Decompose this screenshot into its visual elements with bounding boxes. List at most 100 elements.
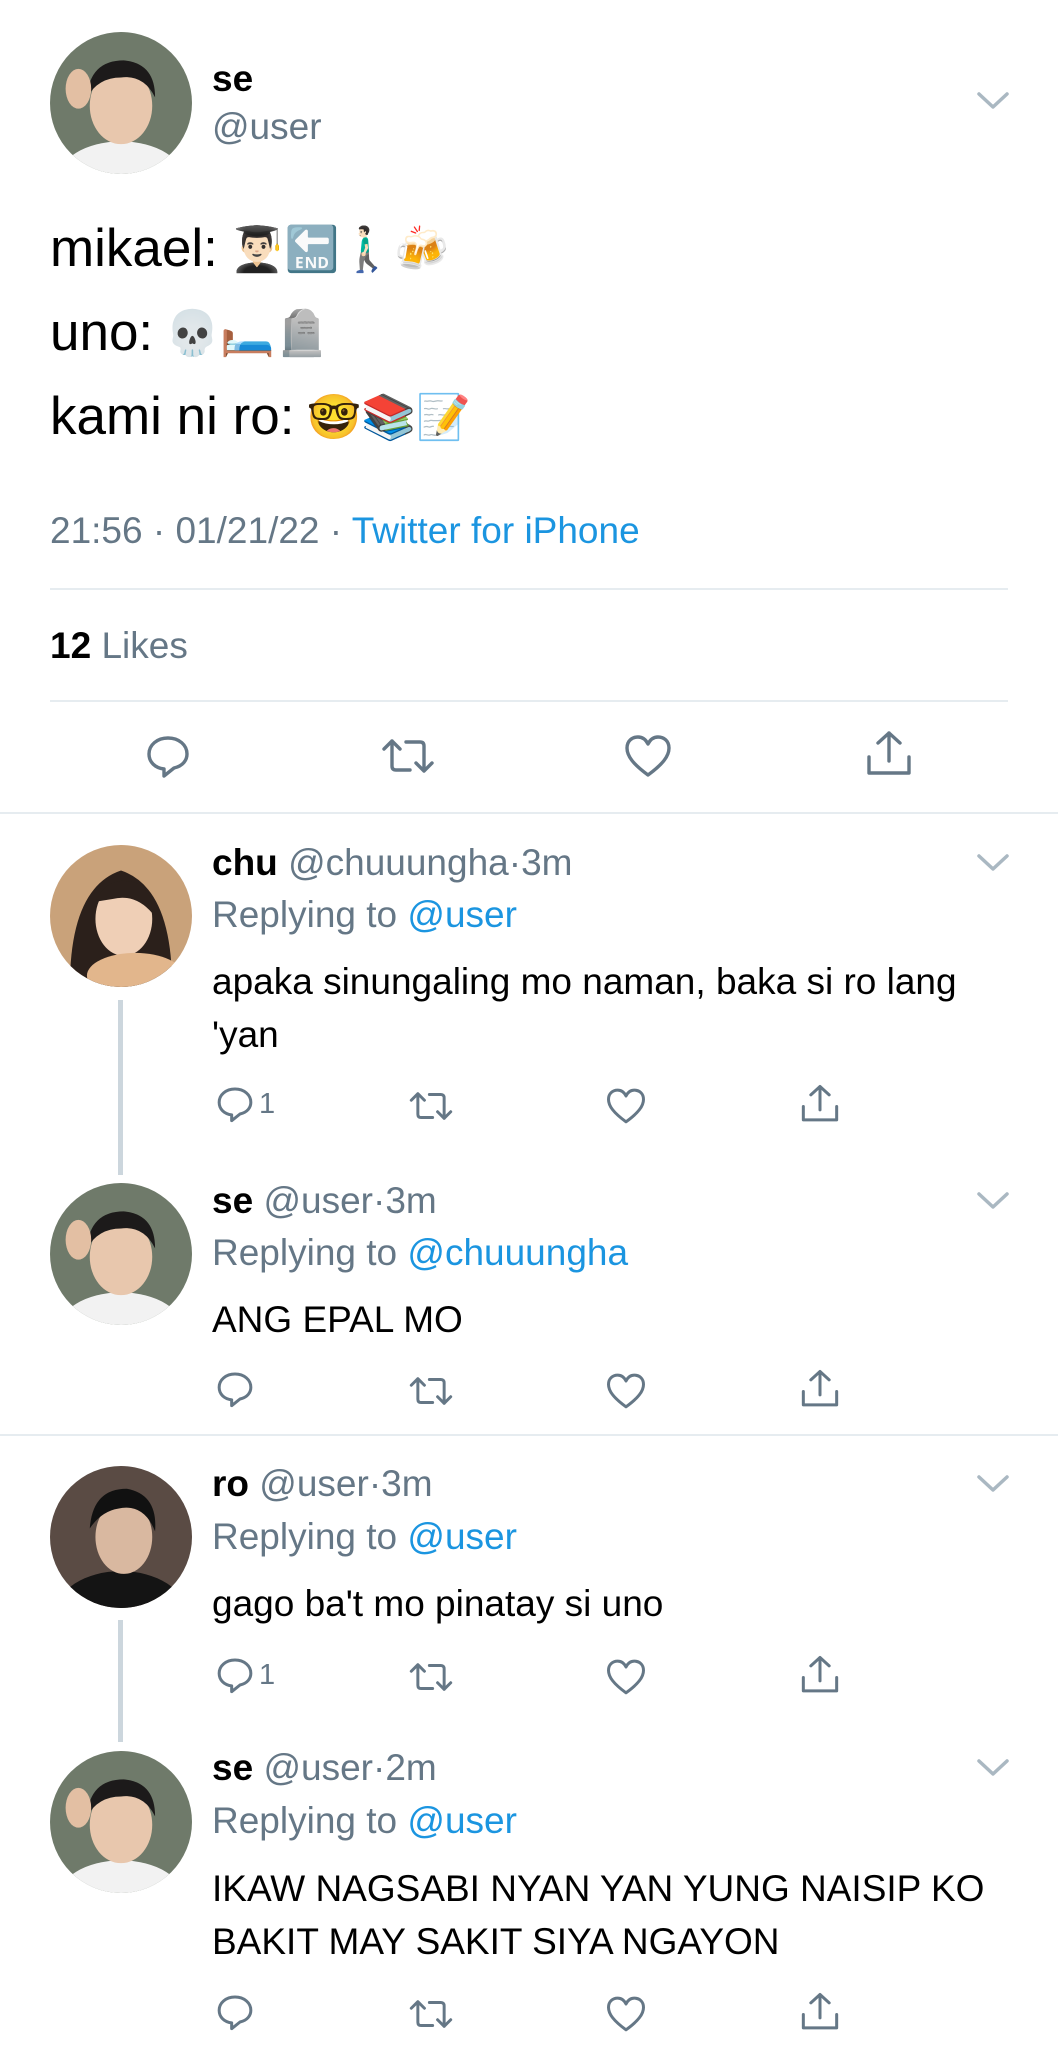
share-icon — [867, 731, 911, 775]
replying-to: Replying to @chuuungha — [212, 1232, 628, 1274]
chevron-down-icon[interactable] — [976, 1190, 1010, 1212]
chevron-down-icon[interactable] — [976, 90, 1010, 112]
share-icon — [801, 1370, 839, 1407]
tweet-line-label: kami ni ro: — [50, 387, 295, 446]
retweet-button[interactable] — [408, 1367, 454, 1415]
replying-to-link[interactable]: @user — [407, 1516, 517, 1557]
reply-count: 1 — [259, 1087, 276, 1120]
chevron-down-icon[interactable] — [976, 1757, 1010, 1779]
like-button[interactable] — [605, 1653, 647, 1701]
like-button[interactable] — [605, 1367, 647, 1415]
tweet-text-line: mikael: 👨🏻‍🎓🔚🚶🏻‍♂️🍻 — [50, 218, 449, 279]
like-icon — [607, 1996, 645, 2032]
tweet-line-label: mikael: — [50, 219, 218, 278]
emoji-sequence: 💀🛏️🪦 — [165, 308, 330, 358]
replying-label: Replying to — [212, 1800, 398, 1841]
reply-button[interactable] — [144, 732, 192, 780]
retweet-icon — [409, 1377, 453, 1405]
replying-label: Replying to — [212, 894, 398, 935]
reply-button[interactable] — [215, 1988, 259, 2036]
reply-author-handle[interactable]: @user — [263, 1747, 373, 1788]
like-button[interactable] — [623, 732, 673, 780]
replying-to-link[interactable]: @chuuungha — [407, 1232, 628, 1273]
reply-author-name[interactable]: chu — [212, 842, 278, 883]
share-button[interactable] — [865, 730, 913, 778]
reply-icon — [217, 1087, 253, 1123]
replying-to: Replying to @user — [212, 894, 517, 936]
avatar[interactable] — [50, 1751, 192, 1893]
reply-time: 3m — [381, 1463, 433, 1504]
retweet-button[interactable] — [408, 1990, 454, 2038]
likes-label: Likes — [101, 625, 188, 666]
meta-dot: · — [152, 510, 166, 551]
avatar[interactable] — [50, 845, 192, 987]
tweet-text-line: uno: 💀🛏️🪦 — [50, 302, 330, 363]
share-button[interactable] — [800, 1988, 840, 2036]
tweet-date: 01/21/22 — [175, 510, 320, 551]
author-name[interactable]: se — [212, 58, 253, 100]
reply-icon — [217, 1995, 253, 2031]
like-button[interactable] — [605, 1082, 647, 1130]
reply-time: 3m — [521, 842, 573, 883]
meta-dot: · — [372, 1747, 386, 1788]
share-icon — [801, 1656, 839, 1693]
avatar[interactable] — [50, 1466, 192, 1608]
likes-stat[interactable]: 12 Likes — [50, 625, 188, 667]
share-button[interactable] — [800, 1365, 840, 1413]
reply-icon — [217, 1658, 253, 1694]
section-divider — [0, 1434, 1058, 1436]
thread-line — [118, 1620, 123, 1742]
reply-author-name[interactable]: ro — [212, 1463, 249, 1504]
chevron-down-icon[interactable] — [976, 852, 1010, 874]
emoji-sequence: 👨🏻‍🎓🔚🚶🏻‍♂️🍻 — [229, 224, 450, 274]
avatar[interactable] — [50, 1183, 192, 1325]
reply-author-name[interactable]: se — [212, 1747, 253, 1788]
reply-header: ro @user·3m — [212, 1463, 433, 1505]
replying-to-link[interactable]: @user — [407, 1800, 517, 1841]
reply-button[interactable]: 1 — [215, 1080, 275, 1128]
tweet-source-link[interactable]: Twitter for iPhone — [352, 510, 640, 551]
reply-text: apaka sinungaling mo naman, baka si ro l… — [212, 961, 957, 1055]
reply-text: ANG EPAL MO — [212, 1299, 463, 1340]
chevron-down-icon[interactable] — [976, 1473, 1010, 1495]
reply-icon — [147, 736, 189, 778]
replying-label: Replying to — [212, 1516, 398, 1557]
tweet-line-label: uno: — [50, 303, 154, 362]
replying-to-link[interactable]: @user — [407, 894, 517, 935]
section-divider — [0, 812, 1058, 814]
like-icon — [607, 1088, 645, 1124]
thread-line — [118, 1000, 123, 1175]
retweet-button[interactable] — [408, 1082, 454, 1130]
reply-count: 1 — [259, 1658, 276, 1691]
author-handle[interactable]: @user — [212, 106, 322, 148]
meta-dot: · — [368, 1463, 382, 1504]
reply-author-handle[interactable]: @chuuungha — [288, 842, 509, 883]
meta-dot: · — [372, 1180, 386, 1221]
tweet-text-line: kami ni ro: 🤓📚📝 — [50, 386, 471, 447]
reply-header: chu @chuuungha·3m — [212, 842, 572, 884]
retweet-icon — [409, 2000, 453, 2028]
reply-button[interactable] — [215, 1365, 259, 1413]
reply-icon — [217, 1372, 253, 1408]
reply-text: gago ba't mo pinatay si uno — [212, 1583, 664, 1624]
divider — [50, 700, 1008, 702]
share-button[interactable] — [800, 1651, 840, 1699]
replying-to: Replying to @user — [212, 1800, 517, 1842]
reply-text: IKAW NAGSABI NYAN YAN YUNG NAISIP KO BAK… — [212, 1868, 985, 1962]
meta-dot: · — [508, 842, 522, 883]
share-button[interactable] — [800, 1080, 840, 1128]
reply-time: 2m — [385, 1747, 437, 1788]
like-button[interactable] — [605, 1990, 647, 2038]
avatar[interactable] — [50, 32, 192, 174]
emoji-sequence: 🤓📚📝 — [306, 392, 471, 442]
retweet-button[interactable] — [408, 1653, 454, 1701]
reply-author-handle[interactable]: @user — [259, 1463, 369, 1504]
likes-count: 12 — [50, 625, 92, 666]
divider — [50, 588, 1008, 590]
tweet-time: 21:56 — [50, 510, 143, 551]
reply-author-handle[interactable]: @user — [263, 1180, 373, 1221]
retweet-button[interactable] — [380, 732, 436, 780]
reply-author-name[interactable]: se — [212, 1180, 253, 1221]
reply-button[interactable]: 1 — [215, 1651, 275, 1699]
reply-header: se @user·2m — [212, 1747, 437, 1789]
